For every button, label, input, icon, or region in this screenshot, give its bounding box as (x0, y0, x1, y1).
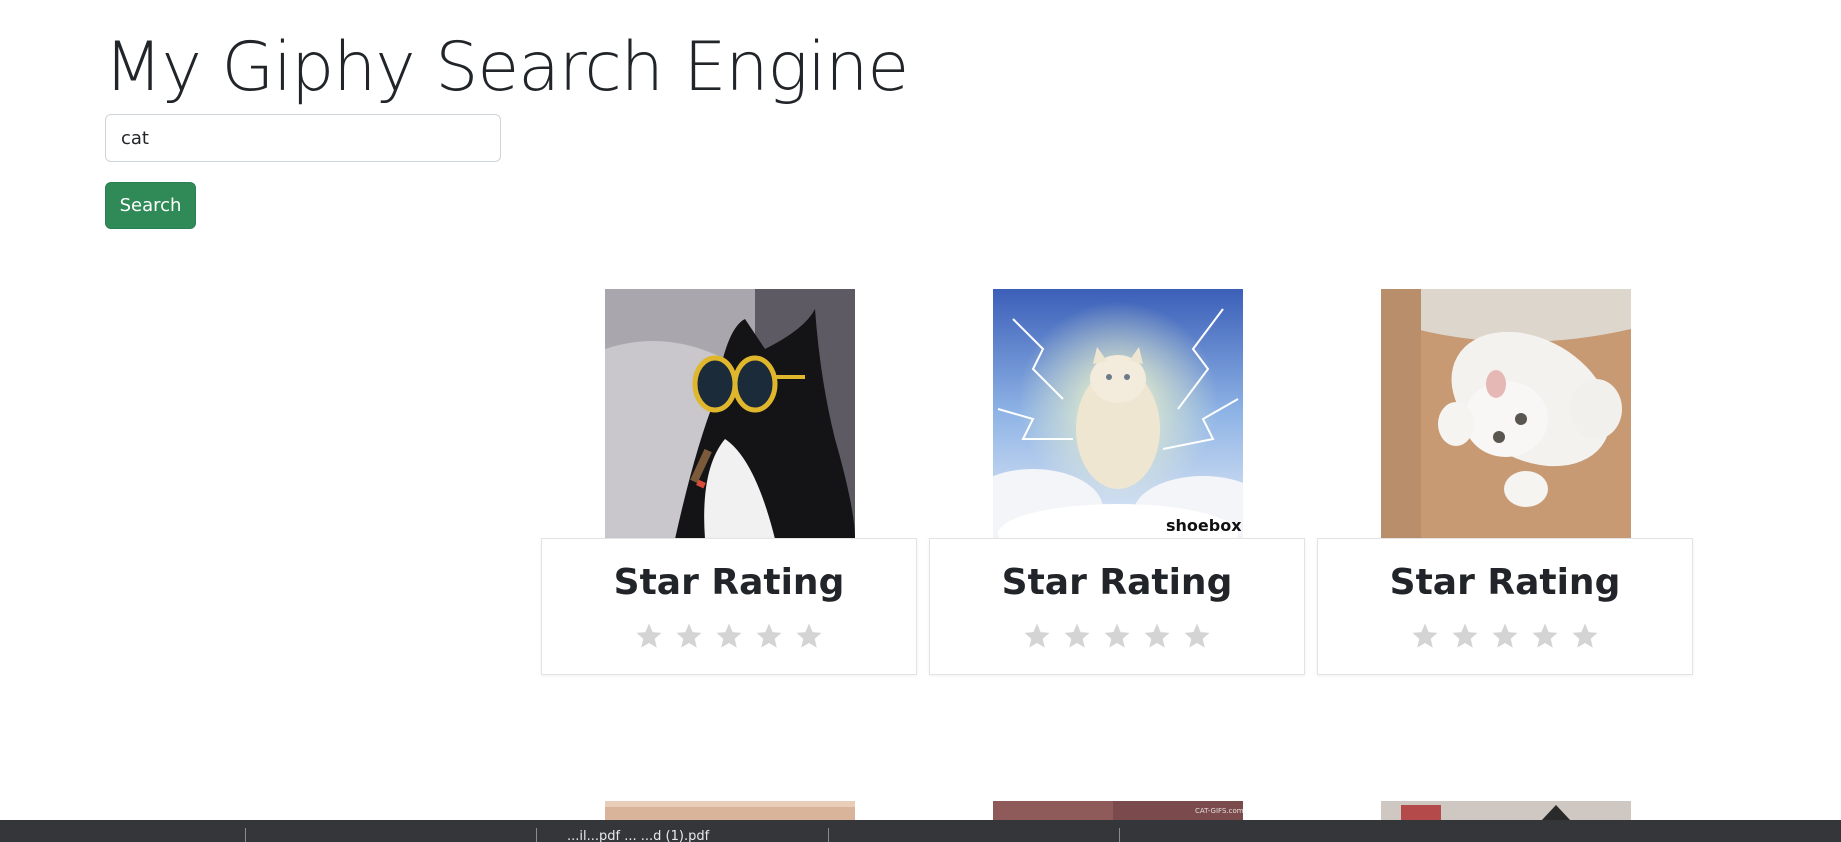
star-icon[interactable] (1490, 621, 1520, 651)
download-item-label[interactable]: ...il...pdf ... ...d (1).pdf (567, 829, 709, 842)
shoebox-watermark: shoebox (1166, 516, 1242, 535)
star-rating (542, 621, 916, 651)
partial-gif: CAT-GIFS.com (993, 801, 1243, 821)
star-rating-panel: Star Rating (929, 538, 1305, 675)
star-icon[interactable] (634, 621, 664, 651)
star-rating (1318, 621, 1692, 651)
partial-gif (605, 801, 855, 821)
taskbar-divider (828, 828, 829, 842)
taskbar-divider (536, 828, 537, 842)
star-icon[interactable] (1570, 621, 1600, 651)
star-rating-panel: Star Rating (541, 538, 917, 675)
star-icon[interactable] (794, 621, 824, 651)
star-icon[interactable] (1410, 621, 1440, 651)
rating-title: Star Rating (1001, 562, 1233, 603)
star-rating-panel: Star Rating (1317, 538, 1693, 675)
star-icon[interactable] (754, 621, 784, 651)
page-title: My Giphy Search Engine (104, 28, 909, 107)
partial-gif (1381, 801, 1631, 821)
download-bar: ...il...pdf ... ...d (1).pdf (0, 820, 1841, 842)
search-button[interactable]: Search (105, 182, 196, 229)
taskbar-divider (245, 828, 246, 842)
cat-lightning-gif: shoebox (993, 289, 1243, 539)
star-icon[interactable] (714, 621, 744, 651)
star-icon[interactable] (1062, 621, 1092, 651)
star-icon[interactable] (1102, 621, 1132, 651)
star-icon[interactable] (1450, 621, 1480, 651)
rating-title: Star Rating (613, 562, 845, 603)
star-icon[interactable] (674, 621, 704, 651)
cat-rolling-gif (1381, 289, 1631, 539)
star-icon[interactable] (1182, 621, 1212, 651)
cat-gifs-watermark: CAT-GIFS.com (1195, 807, 1243, 815)
taskbar-divider (1119, 828, 1120, 842)
rating-title: Star Rating (1389, 562, 1621, 603)
search-input[interactable] (105, 114, 501, 162)
cat-sunglasses-gif (605, 289, 855, 539)
star-rating (930, 621, 1304, 651)
star-icon[interactable] (1530, 621, 1560, 651)
star-icon[interactable] (1022, 621, 1052, 651)
star-icon[interactable] (1142, 621, 1172, 651)
